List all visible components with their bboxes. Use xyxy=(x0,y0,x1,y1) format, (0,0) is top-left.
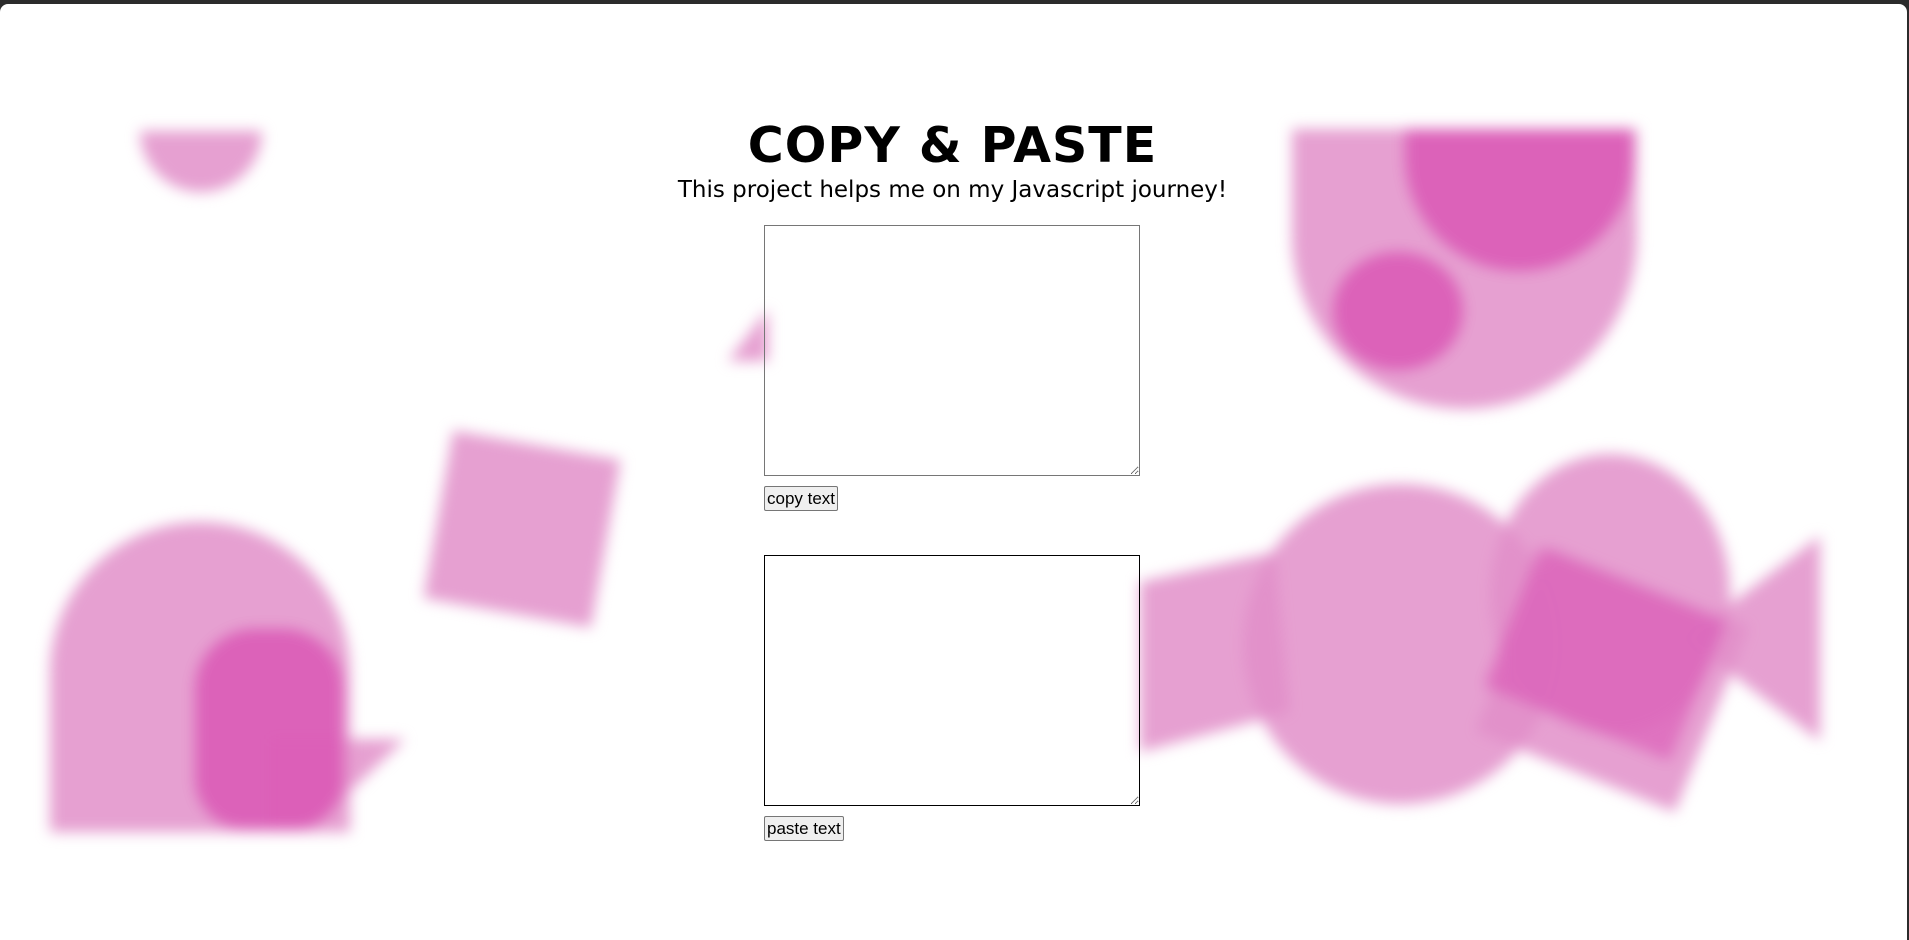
copy-textarea[interactable] xyxy=(764,225,1140,476)
main-content: COPY & PASTE This project helps me on my… xyxy=(0,4,1907,940)
page-subtitle: This project helps me on my Javascript j… xyxy=(677,177,1228,203)
page-title: COPY & PASTE xyxy=(747,117,1158,174)
copy-text-button[interactable]: copy text xyxy=(764,486,839,511)
paste-text-button[interactable]: paste text xyxy=(764,816,844,841)
page-frame: COPY & PASTE This project helps me on my… xyxy=(0,4,1907,940)
paste-textarea[interactable] xyxy=(764,555,1140,806)
